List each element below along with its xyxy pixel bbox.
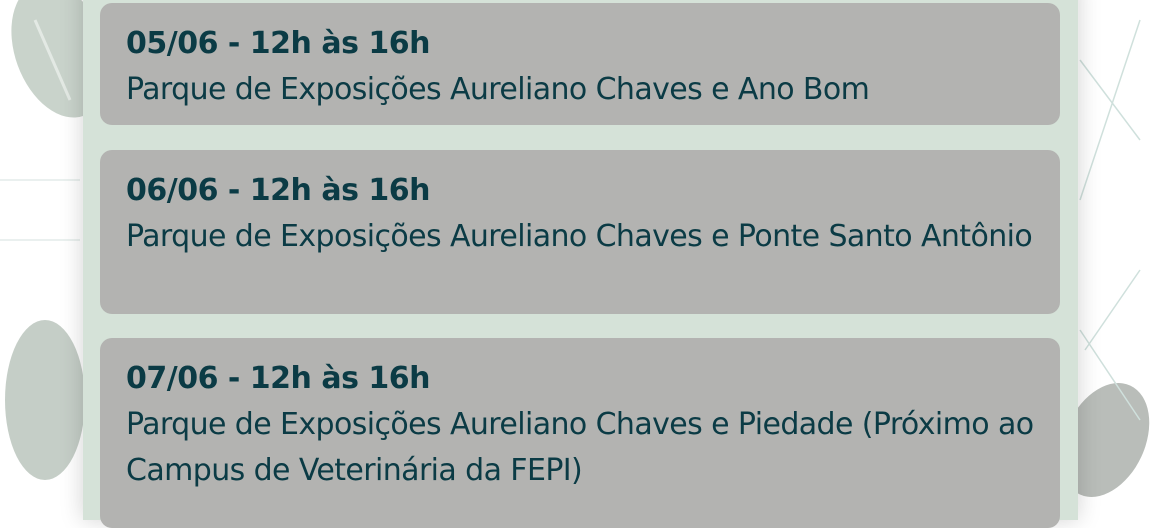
event-card: 06/06 - 12h às 16h Parque de Exposições … [100,150,1060,314]
event-place: Parque de Exposições Aureliano Chaves e … [126,72,870,107]
event-place: Parque de Exposições Aureliano Chaves e … [126,407,1034,488]
event-place: Parque de Exposições Aureliano Chaves e … [126,219,1033,254]
leaf-decoration [5,320,85,480]
event-date: 05/06 - 12h às 16h [126,26,431,61]
event-date: 06/06 - 12h às 16h [126,173,431,208]
event-card: 05/06 - 12h às 16h Parque de Exposições … [100,3,1060,125]
event-date: 07/06 - 12h às 16h [126,361,431,396]
